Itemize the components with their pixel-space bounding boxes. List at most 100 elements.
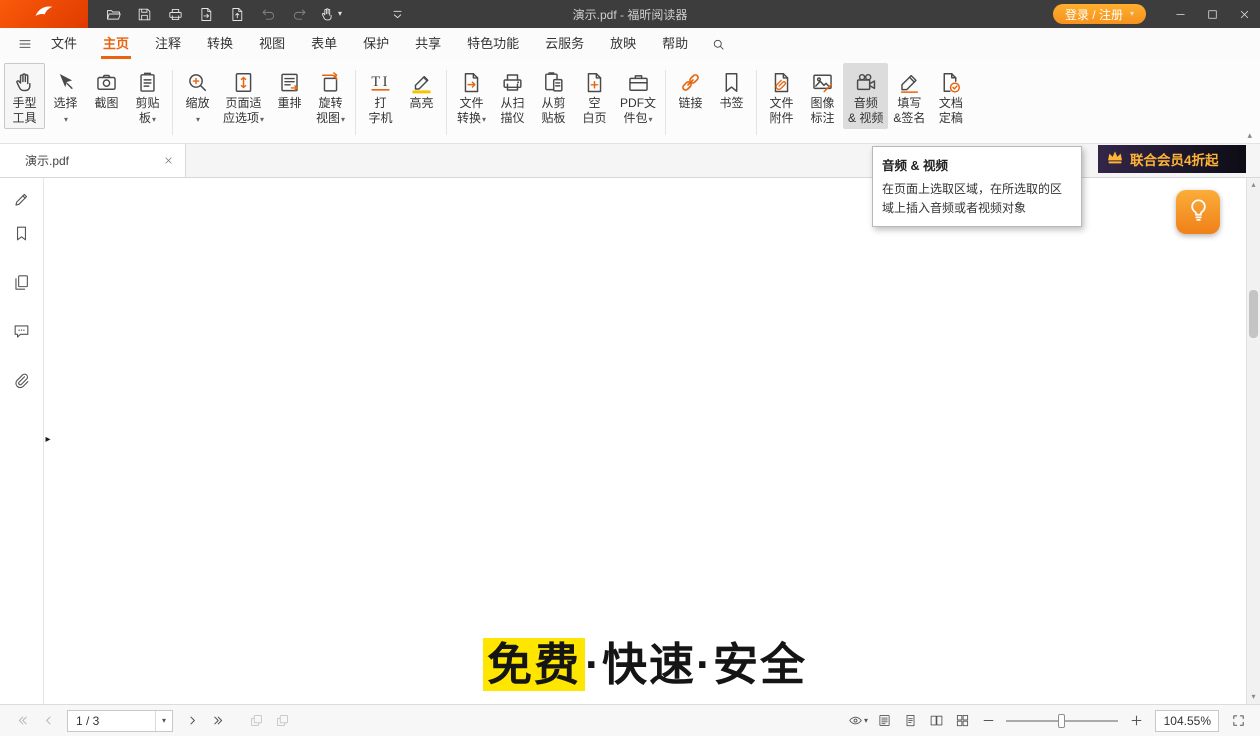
ribbon-fit-page-button[interactable]: 页面适应选项▾ <box>218 63 269 129</box>
tab-features[interactable]: 特色功能 <box>454 28 532 60</box>
tab-close-button[interactable] <box>159 152 177 170</box>
next-page-button[interactable] <box>180 709 204 733</box>
text-viewer-button[interactable] <box>872 709 896 733</box>
annotate-pencil-button[interactable] <box>8 185 36 213</box>
export-convert-button[interactable] <box>191 1 222 27</box>
ribbon-button-label: 填写 <box>897 96 921 111</box>
ribbon-typewriter-button[interactable]: TI打字机 <box>360 63 401 129</box>
quad-pages-view-button[interactable] <box>950 709 974 733</box>
print-button[interactable] <box>160 1 191 27</box>
save-button[interactable] <box>129 1 160 27</box>
fullscreen-button[interactable] <box>1226 709 1250 733</box>
paperclip-button[interactable] <box>8 366 36 394</box>
comment-panel-button[interactable] <box>8 317 36 345</box>
undo-button[interactable] <box>253 1 284 27</box>
zoom-slider[interactable] <box>1006 709 1118 733</box>
prev-page-button[interactable] <box>36 709 60 733</box>
page-dropdown-caret[interactable]: ▾ <box>155 711 172 731</box>
scrollbar-thumb[interactable] <box>1249 290 1258 338</box>
collapse-ribbon-button[interactable]: ▴ <box>1247 131 1252 140</box>
tab-comment[interactable]: 注释 <box>142 28 194 60</box>
ribbon-button-label: 手型 <box>12 96 36 111</box>
ribbon-attachment-doc-button[interactable]: 文件附件 <box>761 63 802 129</box>
ribbon-group: 文件转换▾从扫描仪从剪贴板空白页PDF文件包▾ <box>451 62 661 143</box>
redo-button[interactable] <box>284 1 315 27</box>
tab-present[interactable]: 放映 <box>597 28 649 60</box>
pages-panel-button[interactable] <box>8 268 36 296</box>
last-page-button[interactable] <box>206 709 230 733</box>
redo-icon <box>291 6 308 23</box>
ribbon-hand-button[interactable]: 手型工具 <box>4 63 45 129</box>
paste-tool-button[interactable] <box>270 709 294 733</box>
quick-access-toolbar: ▾ <box>98 1 346 27</box>
ribbon-bookmark-button[interactable]: 书签 <box>711 63 752 114</box>
maximize-button[interactable] <box>1196 0 1228 28</box>
ribbon-link-button[interactable]: 链接 <box>670 63 711 114</box>
ribbon-from-clipboard-button[interactable]: 从剪贴板 <box>533 63 574 129</box>
minimize-button[interactable] <box>1164 0 1196 28</box>
read-mode-button[interactable]: ▾ <box>846 709 870 733</box>
ribbon-clipboard-button[interactable]: 剪贴板▾ <box>127 63 168 129</box>
ribbon-video-button[interactable]: 音频& 视频 <box>843 63 888 129</box>
ribbon-image-annot-button[interactable]: 图像标注 <box>802 63 843 129</box>
vertical-scrollbar[interactable]: ▴ ▾ <box>1246 178 1260 704</box>
page-number-box[interactable]: 1 / 3 ▾ <box>67 710 173 732</box>
ribbon-rotate-button[interactable]: 旋转视图▾ <box>310 63 351 129</box>
ribbon-finalize-button[interactable]: 文档定稿 <box>930 63 971 129</box>
login-button[interactable]: 登录 / 注册 ▾ <box>1053 4 1146 24</box>
close-button[interactable] <box>1228 0 1260 28</box>
hamburger-menu-button[interactable] <box>12 31 38 57</box>
ribbon-zoom-button[interactable]: 缩放▾ <box>177 63 218 129</box>
tab-help[interactable]: 帮助 <box>649 28 701 60</box>
ribbon-button-label: 从剪 <box>542 96 566 111</box>
ribbon-select-button[interactable]: 选择▾ <box>45 63 86 129</box>
scroll-down-icon[interactable]: ▾ <box>1247 691 1260 703</box>
blank-page-icon <box>582 68 607 96</box>
ribbon-button-label: 标注 <box>811 111 835 126</box>
ribbon-sign-button[interactable]: 填写&签名 <box>888 63 930 129</box>
zoom-in-button[interactable] <box>1124 709 1148 733</box>
tab-form[interactable]: 表单 <box>298 28 350 60</box>
facing-pages-view-button[interactable] <box>924 709 948 733</box>
statusbar-left: 1 / 3 ▾ <box>10 709 294 733</box>
ribbon-button-label: 高亮 <box>410 96 434 111</box>
zoom-out-button[interactable] <box>976 709 1000 733</box>
ribbon-scanner-button[interactable]: 从扫描仪 <box>492 63 533 129</box>
ribbon-convert-button[interactable]: 文件转换▾ <box>451 63 492 129</box>
hand-tool-button[interactable]: ▾ <box>315 1 346 27</box>
share-doc-button[interactable] <box>222 1 253 27</box>
tooltip-body: 在页面上选取区域，在所选取的区域上插入音频或者视频对象 <box>882 180 1072 217</box>
open-folder-button[interactable] <box>98 1 129 27</box>
zoom-level-box[interactable]: 104.55% <box>1155 710 1219 732</box>
zoom-slider-thumb[interactable] <box>1058 714 1065 728</box>
search-button[interactable] <box>705 31 731 57</box>
first-page-button[interactable] <box>10 709 34 733</box>
tab-home[interactable]: 主页 <box>90 28 142 60</box>
ribbon-snapshot-button[interactable]: 截图 <box>86 63 127 114</box>
ribbon-button-label: 附件 <box>770 111 794 126</box>
single-page-view-button[interactable] <box>898 709 922 733</box>
ribbon-button-label: 文件 <box>460 96 484 111</box>
tab-share[interactable]: 共享 <box>402 28 454 60</box>
ribbon-button-label: 空 <box>589 96 601 111</box>
ribbon-highlight-button[interactable]: 高亮 <box>401 63 442 114</box>
ribbon-blank-page-button[interactable]: 空白页 <box>574 63 615 129</box>
tab-view[interactable]: 视图 <box>246 28 298 60</box>
tab-convert[interactable]: 转换 <box>194 28 246 60</box>
sidebar-expand-handle[interactable]: ▸ <box>41 430 55 448</box>
ribbon-portfolio-button[interactable]: PDF文件包▾ <box>615 63 661 129</box>
foxit-logo[interactable] <box>0 0 88 28</box>
tab-protect[interactable]: 保护 <box>350 28 402 60</box>
svg-text:T: T <box>371 74 380 90</box>
scroll-up-icon[interactable]: ▴ <box>1247 179 1260 191</box>
membership-promo-banner[interactable]: 联合会员4折起 <box>1098 145 1246 173</box>
print-icon <box>167 6 184 23</box>
customize-toolbar-button[interactable] <box>382 1 413 27</box>
copy-tool-button[interactable] <box>244 709 268 733</box>
tab-file[interactable]: 文件 <box>38 28 90 60</box>
ribbon-reflow-button[interactable]: 重排 <box>269 63 310 114</box>
assistant-lightbulb-button[interactable] <box>1176 190 1220 234</box>
tab-cloud[interactable]: 云服务 <box>532 28 597 60</box>
bookmark-panel-button[interactable] <box>8 219 36 247</box>
document-tab[interactable]: 演示.pdf <box>0 144 186 177</box>
